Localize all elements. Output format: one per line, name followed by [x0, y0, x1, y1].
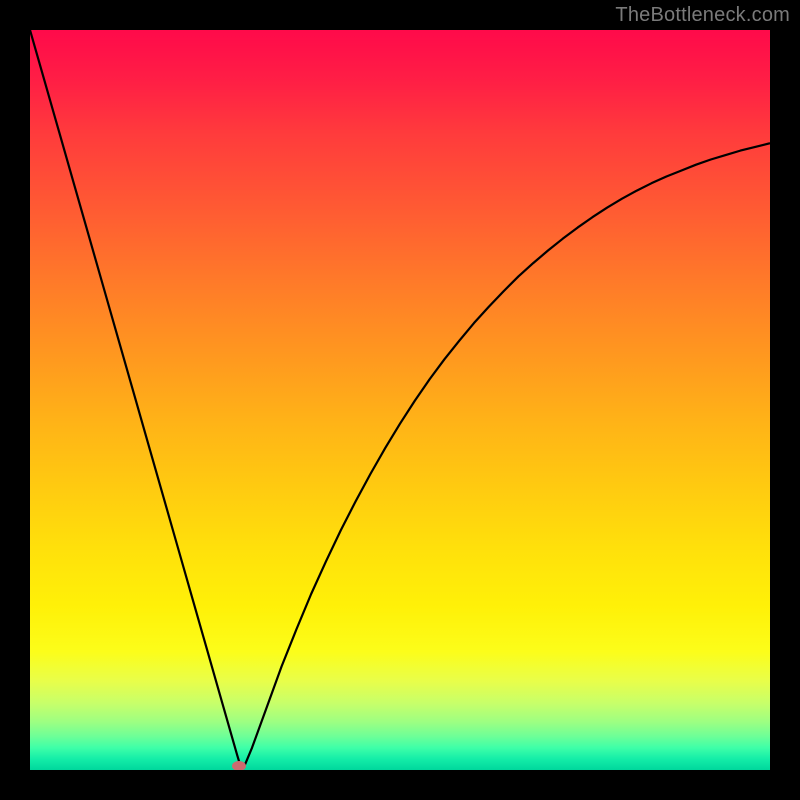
minimum-marker	[232, 761, 246, 770]
chart-frame: TheBottleneck.com	[0, 0, 800, 800]
curve-svg	[30, 30, 770, 770]
plot-area	[30, 30, 770, 770]
watermark-text: TheBottleneck.com	[615, 4, 790, 27]
bottleneck-curve	[30, 30, 770, 768]
